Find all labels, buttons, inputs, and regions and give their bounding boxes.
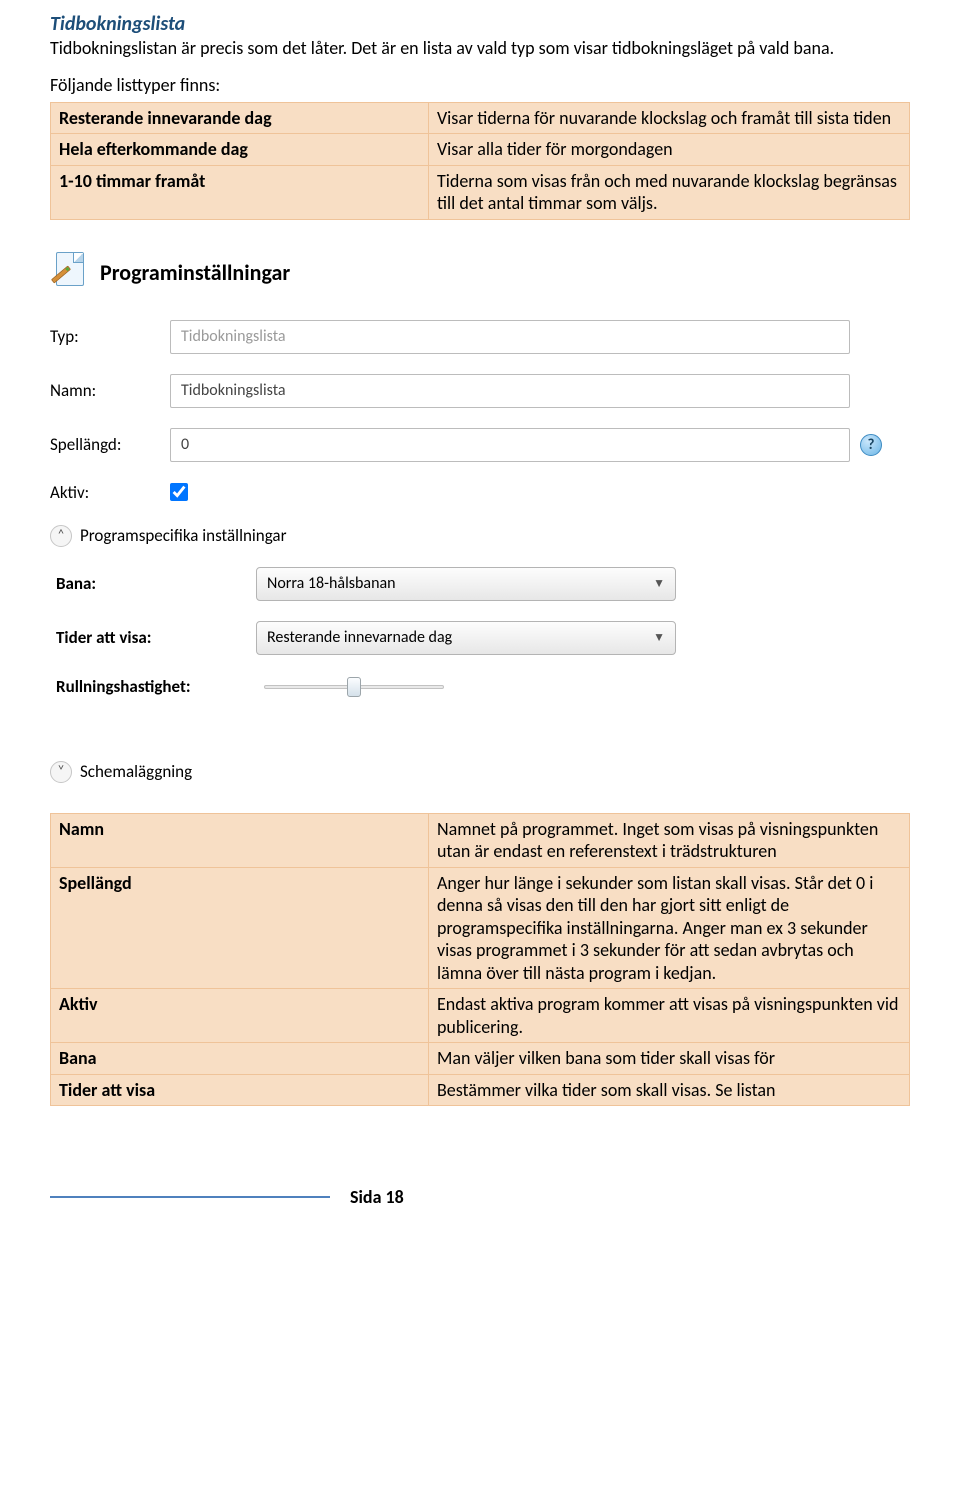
listtype-desc: Visar alla tider för morgondagen xyxy=(428,134,909,166)
namn-label: Namn: xyxy=(50,380,170,401)
table-row: Tider att visaBestämmer vilka tider som … xyxy=(51,1074,910,1106)
section-programspecific-title: Programspecifika inställningar xyxy=(80,525,287,546)
rullnings-label: Rullningshastighet: xyxy=(56,676,256,697)
namn-input[interactable]: Tidbokningslista xyxy=(170,374,850,408)
typ-label: Typ: xyxy=(50,326,170,347)
footer-rule xyxy=(50,1196,330,1198)
help-icon[interactable]: ? xyxy=(860,434,882,456)
listtype-desc: Tiderna som visas från och med nuvarande… xyxy=(428,165,909,219)
desc-key: Spellängd xyxy=(51,867,429,989)
table-row: BanaMan väljer vilken bana som tider ska… xyxy=(51,1043,910,1075)
descriptions-table: NamnNamnet på programmet. Inget som visa… xyxy=(50,813,910,1107)
chevron-down-icon: ˅ xyxy=(50,761,72,783)
chevron-down-icon: ▼ xyxy=(653,576,665,591)
table-row: AktivEndast aktiva program kommer att vi… xyxy=(51,989,910,1043)
table-row: 1-10 timmar framåtTiderna som visas från… xyxy=(51,165,910,219)
desc-text: Man väljer vilken bana som tider skall v… xyxy=(428,1043,909,1075)
page-title: Tidbokningslista xyxy=(50,12,910,36)
desc-text: Bestämmer vilka tider som skall visas. S… xyxy=(428,1074,909,1106)
page-number: Sida 18 xyxy=(350,1186,404,1208)
aktiv-checkbox[interactable] xyxy=(170,483,188,501)
desc-text: Endast aktiva program kommer att visas p… xyxy=(428,989,909,1043)
table-row: Hela efterkommande dagVisar alla tider f… xyxy=(51,134,910,166)
document-edit-icon xyxy=(50,250,90,296)
rullnings-slider[interactable] xyxy=(264,675,444,699)
listtypes-table: Resterande innevarande dagVisar tiderna … xyxy=(50,102,910,220)
desc-key: Tider att visa xyxy=(51,1074,429,1106)
panel-title: Programinställningar xyxy=(100,259,290,286)
desc-key: Namn xyxy=(51,813,429,867)
subheading: Följande listtyper finns: xyxy=(50,74,910,96)
desc-key: Bana xyxy=(51,1043,429,1075)
table-row: SpellängdAnger hur länge i sekunder som … xyxy=(51,867,910,989)
listtype-key: Hela efterkommande dag xyxy=(51,134,429,166)
intro-text: Tidbokningslistan är precis som det låte… xyxy=(50,38,910,60)
desc-text: Anger hur länge i sekunder som listan sk… xyxy=(428,867,909,989)
desc-text: Namnet på programmet. Inget som visas på… xyxy=(428,813,909,867)
desc-key: Aktiv xyxy=(51,989,429,1043)
bana-label: Bana: xyxy=(56,573,256,594)
section-programspecific-toggle[interactable]: ˄ Programspecifika inställningar xyxy=(50,525,910,547)
tider-label: Tider att visa: xyxy=(56,627,256,648)
listtype-desc: Visar tiderna för nuvarande klockslag oc… xyxy=(428,102,909,134)
tider-value: Resterande innevarnade dag xyxy=(267,628,452,647)
bana-select[interactable]: Norra 18-hålsbanan ▼ xyxy=(256,567,676,601)
listtype-key: 1-10 timmar framåt xyxy=(51,165,429,219)
chevron-down-icon: ▼ xyxy=(653,630,665,645)
typ-field: Tidbokningslista xyxy=(170,320,850,354)
bana-value: Norra 18-hålsbanan xyxy=(267,574,396,593)
section-schedule-toggle[interactable]: ˅ Schemaläggning xyxy=(50,761,910,783)
table-row: NamnNamnet på programmet. Inget som visa… xyxy=(51,813,910,867)
settings-panel: Programinställningar Typ: Tidbokningslis… xyxy=(50,250,910,783)
section-schedule-title: Schemaläggning xyxy=(80,761,192,782)
table-row: Resterande innevarande dagVisar tiderna … xyxy=(51,102,910,134)
listtype-key: Resterande innevarande dag xyxy=(51,102,429,134)
chevron-up-icon: ˄ xyxy=(50,525,72,547)
spellangd-input[interactable]: 0 xyxy=(170,428,850,462)
aktiv-label: Aktiv: xyxy=(50,482,170,503)
tider-select[interactable]: Resterande innevarnade dag ▼ xyxy=(256,621,676,655)
spellangd-label: Spellängd: xyxy=(50,434,170,455)
